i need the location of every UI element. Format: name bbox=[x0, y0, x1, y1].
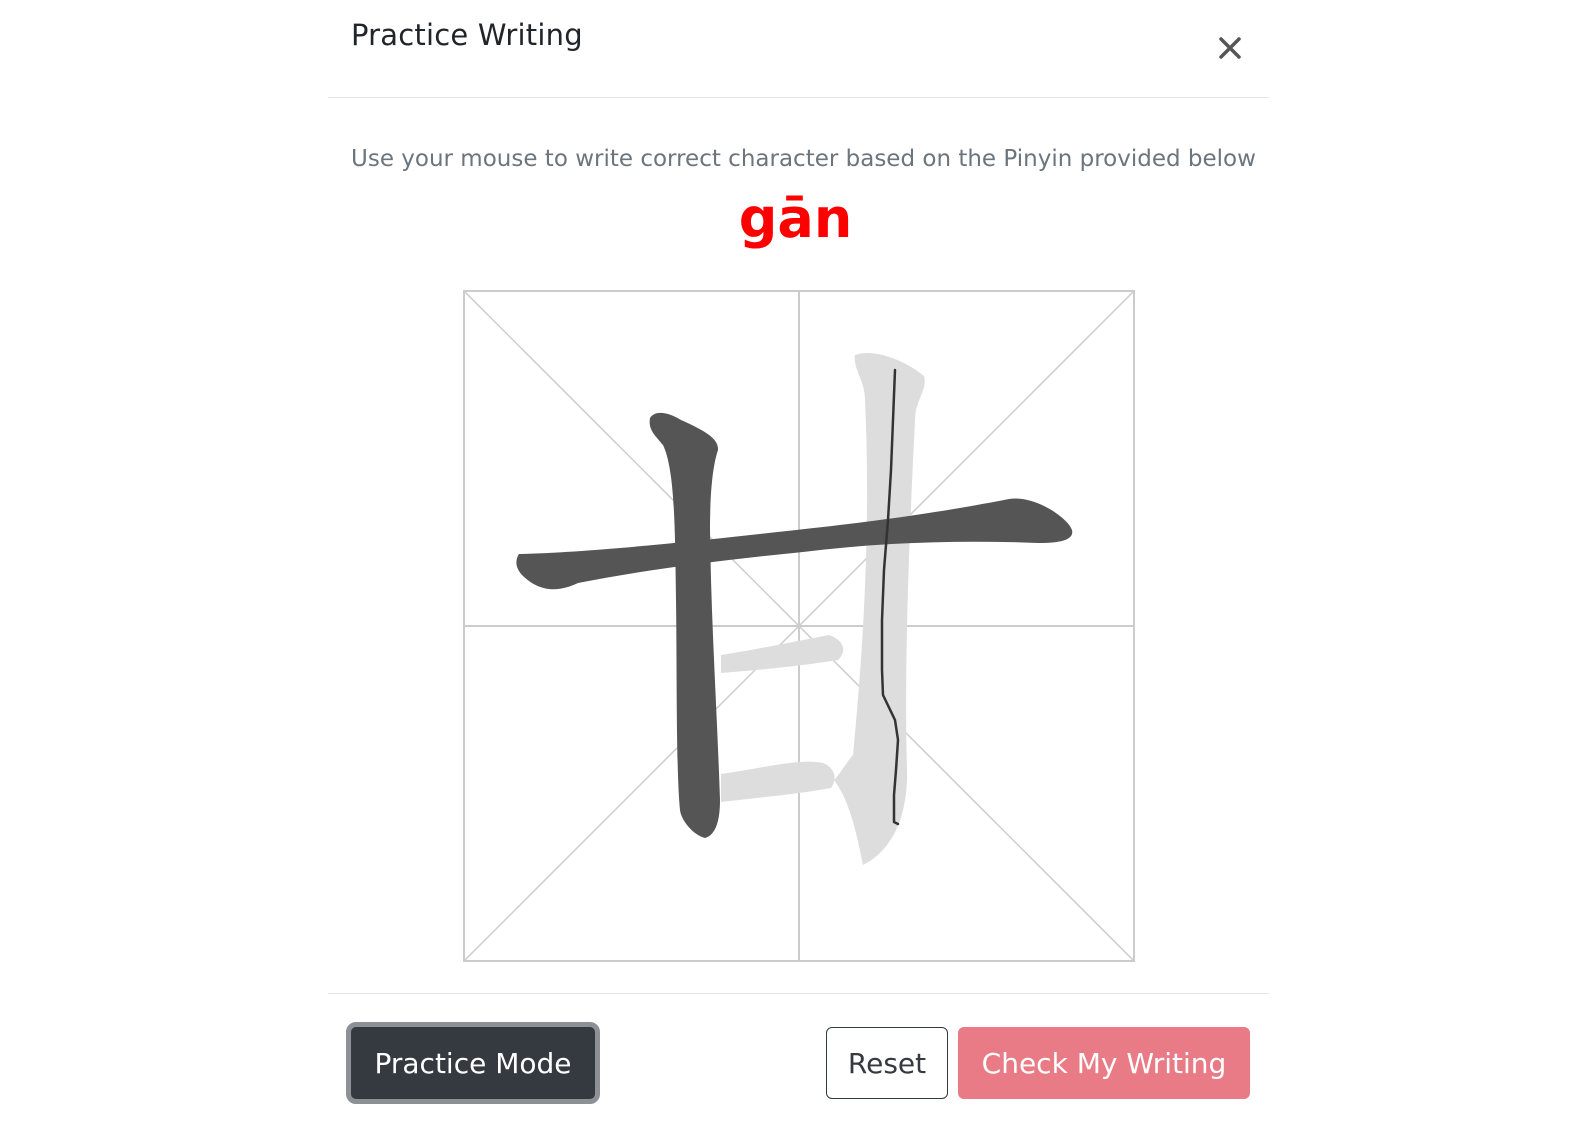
instruction-text: Use your mouse to write correct characte… bbox=[351, 146, 1256, 172]
outline-stroke-right-vertical bbox=[834, 352, 925, 866]
check-my-writing-button[interactable]: Check My Writing bbox=[958, 1027, 1250, 1099]
modal-header: Practice Writing bbox=[328, 0, 1269, 98]
practice-writing-modal: Practice Writing Use your mouse to write… bbox=[328, 0, 1269, 1125]
pinyin-prompt: gān bbox=[738, 187, 853, 250]
reset-button[interactable]: Reset bbox=[826, 1027, 948, 1099]
close-icon[interactable] bbox=[1212, 30, 1248, 66]
modal-footer: Practice Mode Reset Check My Writing bbox=[328, 993, 1269, 1126]
outline-stroke-middle-horizontal bbox=[721, 635, 844, 673]
completed-stroke-horizontal bbox=[516, 498, 1073, 590]
modal-title: Practice Writing bbox=[351, 18, 583, 52]
writing-canvas[interactable] bbox=[463, 290, 1135, 962]
practice-mode-button[interactable]: Practice Mode bbox=[346, 1022, 600, 1104]
outline-stroke-bottom-horizontal bbox=[721, 761, 835, 802]
